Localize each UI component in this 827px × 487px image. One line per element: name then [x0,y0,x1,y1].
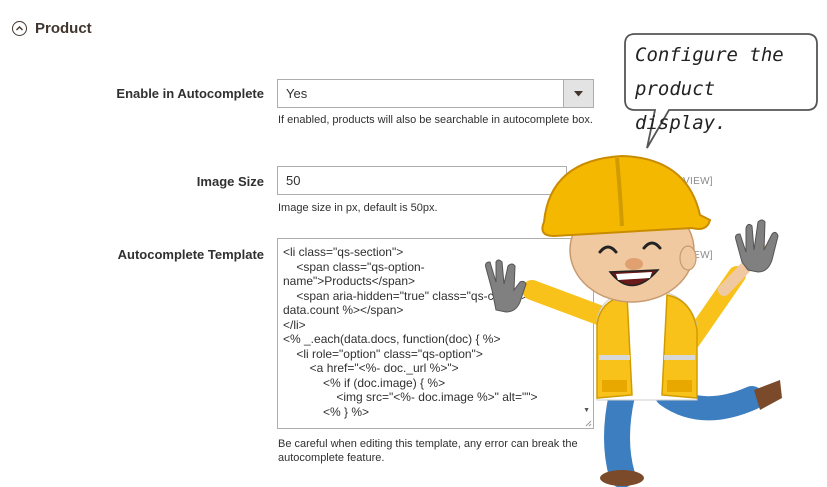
section-header-product[interactable]: Product [12,20,92,37]
collapse-toggle-icon[interactable] [12,21,27,36]
image-size-label: Image Size [196,174,264,189]
template-label: Autocomplete Template [117,247,264,262]
construction-worker-mascot-icon [485,154,782,487]
autocomplete-label: Enable in Autocomplete [116,86,264,101]
chevron-down-icon[interactable] [563,80,593,107]
callout-text: Configure the product display. [635,44,784,134]
autocomplete-note: If enabled, products will also be search… [278,114,593,126]
image-size-value: 50 [286,173,301,188]
autocomplete-select-value: Yes [286,86,308,101]
section-title: Product [35,20,92,37]
autocomplete-select[interactable]: Yes [277,79,594,108]
